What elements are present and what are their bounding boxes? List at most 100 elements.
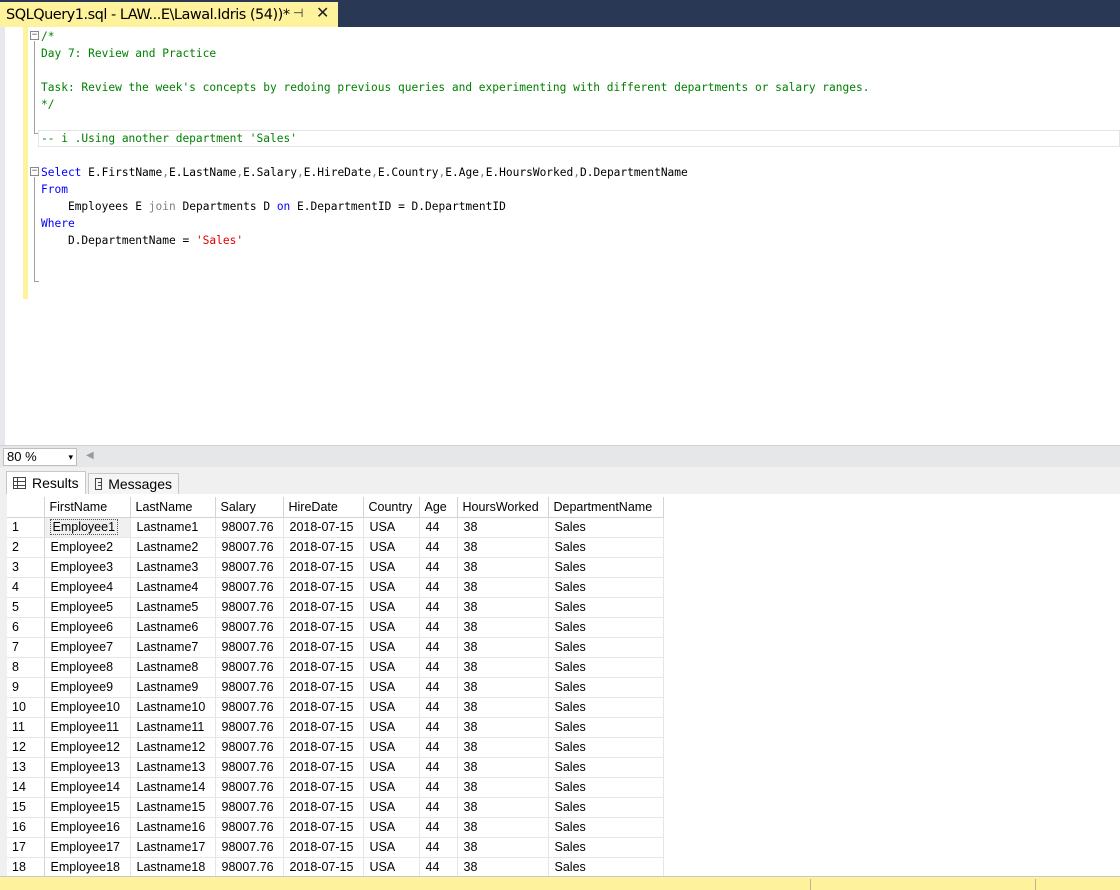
grid-cell[interactable]: Lastname6 bbox=[130, 617, 216, 638]
grid-cell[interactable]: 38 bbox=[457, 817, 549, 838]
grid-cell[interactable]: USA bbox=[363, 797, 420, 818]
grid-cell[interactable]: Employee5 bbox=[44, 597, 131, 618]
grid-corner[interactable] bbox=[7, 497, 45, 518]
grid-cell[interactable]: 38 bbox=[457, 637, 549, 658]
grid-cell[interactable]: Lastname16 bbox=[130, 817, 216, 838]
grid-cell[interactable]: USA bbox=[363, 537, 420, 558]
grid-cell[interactable]: 2018-07-15 bbox=[283, 777, 364, 798]
row-number[interactable]: 16 bbox=[7, 817, 45, 838]
scroll-left-icon[interactable]: ◀ bbox=[86, 450, 94, 461]
grid-cell[interactable]: 38 bbox=[457, 797, 549, 818]
grid-cell[interactable]: Employee11 bbox=[44, 717, 131, 738]
column-header[interactable]: LastName bbox=[130, 497, 216, 518]
table-row[interactable]: 14 Employee14 Lastname14 98007.76 2018-07-15… bbox=[7, 777, 664, 798]
grid-cell[interactable]: 44 bbox=[419, 757, 458, 778]
row-number[interactable]: 9 bbox=[7, 677, 45, 698]
grid-cell[interactable]: Lastname8 bbox=[130, 657, 216, 678]
grid-cell[interactable]: Employee17 bbox=[44, 837, 131, 858]
column-header[interactable]: Age bbox=[419, 497, 458, 518]
grid-cell[interactable]: Employee13 bbox=[44, 757, 131, 778]
grid-cell[interactable]: Lastname9 bbox=[130, 677, 216, 698]
grid-cell[interactable]: 98007.76 bbox=[215, 537, 284, 558]
grid-cell[interactable]: 98007.76 bbox=[215, 797, 284, 818]
grid-cell[interactable]: 2018-07-15 bbox=[283, 837, 364, 858]
grid-cell[interactable]: 38 bbox=[457, 597, 549, 618]
grid-cell[interactable]: 38 bbox=[457, 617, 549, 638]
grid-cell[interactable]: 2018-07-15 bbox=[283, 817, 364, 838]
grid-cell[interactable]: Sales bbox=[548, 617, 664, 638]
grid-cell[interactable]: 98007.76 bbox=[215, 837, 284, 858]
grid-cell[interactable]: 38 bbox=[457, 737, 549, 758]
grid-cell[interactable]: Lastname12 bbox=[130, 737, 216, 758]
zoom-select[interactable]: 80 % ▾ bbox=[3, 448, 77, 466]
column-header[interactable]: FirstName bbox=[44, 497, 131, 518]
grid-cell[interactable]: Sales bbox=[548, 657, 664, 678]
grid-cell[interactable]: Sales bbox=[548, 817, 664, 838]
grid-cell[interactable]: Lastname11 bbox=[130, 717, 216, 738]
row-number[interactable]: 4 bbox=[7, 577, 45, 598]
grid-cell[interactable]: Sales bbox=[548, 837, 664, 858]
grid-cell[interactable]: 2018-07-15 bbox=[283, 517, 364, 538]
grid-cell[interactable]: USA bbox=[363, 737, 420, 758]
grid-cell[interactable]: 98007.76 bbox=[215, 777, 284, 798]
row-number[interactable]: 11 bbox=[7, 717, 45, 738]
grid-cell[interactable]: 38 bbox=[457, 677, 549, 698]
grid-cell[interactable]: Lastname2 bbox=[130, 537, 216, 558]
grid-cell[interactable]: Sales bbox=[548, 577, 664, 598]
row-number[interactable]: 8 bbox=[7, 657, 45, 678]
grid-cell[interactable]: Employee3 bbox=[44, 557, 131, 578]
tab-results[interactable]: Results bbox=[6, 471, 86, 494]
grid-cell[interactable]: Lastname14 bbox=[130, 777, 216, 798]
grid-cell[interactable]: Employee4 bbox=[44, 577, 131, 598]
grid-cell[interactable]: USA bbox=[363, 717, 420, 738]
grid-cell[interactable]: Sales bbox=[548, 697, 664, 718]
grid-cell[interactable]: 2018-07-15 bbox=[283, 737, 364, 758]
table-row[interactable]: 6 Employee6 Lastname6 98007.76 2018-07-15 USA… bbox=[7, 617, 664, 638]
chevron-down-icon[interactable]: ▾ bbox=[68, 449, 73, 465]
row-number[interactable]: 7 bbox=[7, 637, 45, 658]
grid-cell[interactable]: Sales bbox=[548, 757, 664, 778]
grid-cell[interactable]: Sales bbox=[548, 597, 664, 618]
grid-cell[interactable]: 2018-07-15 bbox=[283, 557, 364, 578]
grid-cell[interactable]: 44 bbox=[419, 637, 458, 658]
grid-cell[interactable]: 44 bbox=[419, 657, 458, 678]
grid-cell[interactable]: Employee10 bbox=[44, 697, 131, 718]
grid-cell[interactable]: 98007.76 bbox=[215, 717, 284, 738]
grid-cell[interactable]: 2018-07-15 bbox=[283, 577, 364, 598]
grid-cell[interactable]: USA bbox=[363, 837, 420, 858]
grid-cell[interactable]: 44 bbox=[419, 537, 458, 558]
row-number[interactable]: 13 bbox=[7, 757, 45, 778]
grid-cell[interactable]: Employee12 bbox=[44, 737, 131, 758]
grid-cell[interactable]: Sales bbox=[548, 637, 664, 658]
grid-cell[interactable]: 38 bbox=[457, 557, 549, 578]
results-grid[interactable]: FirstName LastName Salary HireDate Country Ag… bbox=[7, 497, 664, 878]
grid-cell[interactable]: 98007.76 bbox=[215, 757, 284, 778]
grid-cell[interactable]: 44 bbox=[419, 857, 458, 878]
grid-cell[interactable]: 2018-07-15 bbox=[283, 717, 364, 738]
grid-cell[interactable]: USA bbox=[363, 577, 420, 598]
grid-cell[interactable]: Lastname17 bbox=[130, 837, 216, 858]
table-row[interactable]: 16 Employee16 Lastname16 98007.76 2018-07-15… bbox=[7, 817, 664, 838]
selected-cell[interactable]: Employee1 bbox=[44, 517, 131, 538]
row-number[interactable]: 6 bbox=[7, 617, 45, 638]
table-row[interactable]: 3 Employee3 Lastname3 98007.76 2018-07-15 USA… bbox=[7, 557, 664, 578]
column-header[interactable]: DepartmentName bbox=[548, 497, 664, 518]
table-row[interactable]: 5 Employee5 Lastname5 98007.76 2018-07-15 USA… bbox=[7, 597, 664, 618]
grid-cell[interactable]: 98007.76 bbox=[215, 697, 284, 718]
grid-cell[interactable]: Lastname18 bbox=[130, 857, 216, 878]
grid-cell[interactable]: 44 bbox=[419, 797, 458, 818]
grid-cell[interactable]: USA bbox=[363, 777, 420, 798]
tab-messages[interactable]: Messages bbox=[88, 473, 179, 494]
grid-cell[interactable]: 98007.76 bbox=[215, 857, 284, 878]
row-number[interactable]: 17 bbox=[7, 837, 45, 858]
grid-cell[interactable]: USA bbox=[363, 637, 420, 658]
grid-cell[interactable]: Lastname13 bbox=[130, 757, 216, 778]
row-number[interactable]: 2 bbox=[7, 537, 45, 558]
grid-cell[interactable]: USA bbox=[363, 817, 420, 838]
collapse-query-icon[interactable]: − bbox=[30, 167, 39, 176]
grid-cell[interactable]: 2018-07-15 bbox=[283, 677, 364, 698]
grid-cell[interactable]: Sales bbox=[548, 517, 664, 538]
row-number[interactable]: 14 bbox=[7, 777, 45, 798]
table-row[interactable]: 8 Employee8 Lastname8 98007.76 2018-07-15 USA… bbox=[7, 657, 664, 678]
grid-cell[interactable]: USA bbox=[363, 757, 420, 778]
